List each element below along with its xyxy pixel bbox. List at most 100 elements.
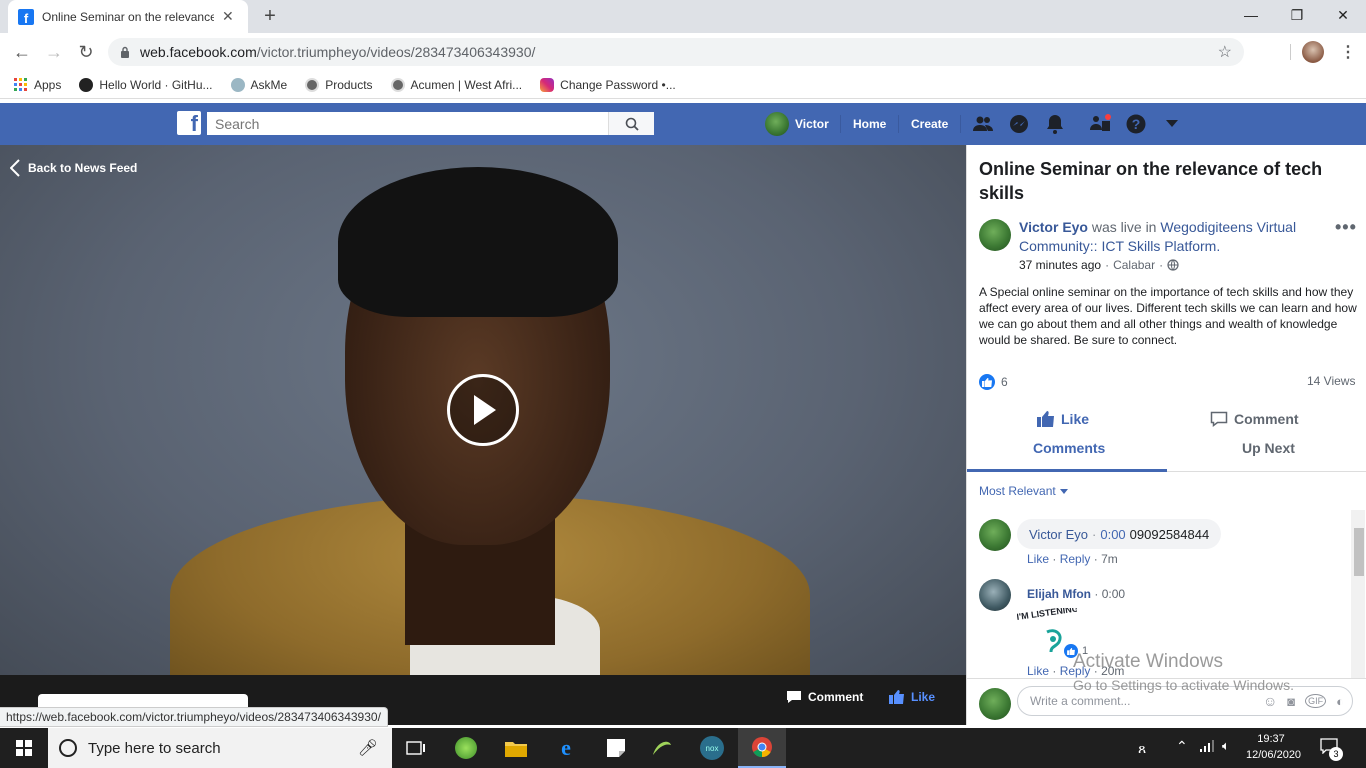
tab-title: Online Seminar on the relevance	[42, 9, 214, 24]
taskbar-search-placeholder: Type here to search	[88, 739, 221, 757]
camera-icon[interactable]: ◙	[1287, 694, 1295, 709]
file-explorer-icon[interactable]	[492, 728, 540, 768]
comment-like-link[interactable]: Like	[1027, 664, 1049, 678]
account-dropdown-icon[interactable]	[1161, 113, 1183, 135]
task-view-icon[interactable]	[392, 728, 440, 768]
scrollbar-thumb[interactable]	[1354, 528, 1364, 576]
chevron-down-icon	[1059, 488, 1068, 494]
bookmark-label: Products	[325, 77, 373, 92]
url-path: /victor.triumpheyo/videos/28347340634393…	[256, 44, 536, 60]
bookmark-acumen[interactable]: Acumen | West Afri...	[390, 77, 523, 92]
edge-browser-icon[interactable]: e	[542, 728, 590, 768]
back-to-news-feed-link[interactable]: Back to News Feed	[10, 159, 137, 177]
bookmark-label: AskMe	[250, 77, 288, 92]
tab-comments[interactable]: Comments	[1033, 440, 1105, 456]
search-button[interactable]	[608, 112, 654, 135]
volume-icon[interactable]: 🔈︎	[1222, 738, 1230, 754]
like-button[interactable]: Like	[1037, 411, 1089, 427]
nav-create[interactable]: Create	[911, 103, 948, 145]
post-location[interactable]: Calabar	[1113, 258, 1155, 272]
video-like-button[interactable]: Like	[889, 690, 935, 704]
browser-tab[interactable]: f Online Seminar on the relevance ✕	[8, 0, 248, 33]
bookmark-askme[interactable]: AskMe	[230, 77, 288, 92]
minimize-button[interactable]: —	[1228, 0, 1274, 30]
active-tab-indicator	[967, 469, 1167, 472]
emoji-icon[interactable]: ☺	[1263, 693, 1277, 709]
facebook-logo-icon[interactable]: f	[177, 111, 201, 135]
meta-dot: ·	[1093, 552, 1102, 566]
tab-close-icon[interactable]: ✕	[222, 8, 234, 25]
tab-up-next[interactable]: Up Next	[1242, 440, 1295, 456]
restore-button[interactable]: ❐	[1274, 0, 1320, 30]
comment-sort-dropdown[interactable]: Most Relevant	[979, 484, 1068, 498]
video-player[interactable]: Back to News Feed Comment Like	[0, 145, 966, 725]
comment-timestamp[interactable]: 0:00	[1100, 527, 1125, 542]
profile-link[interactable]: Victor	[765, 103, 829, 145]
sticker-icon[interactable]: ◐	[1336, 694, 1344, 709]
comment-author[interactable]: Victor Eyo	[1029, 527, 1088, 542]
profile-avatar[interactable]	[1302, 41, 1324, 63]
network-icon[interactable]	[1200, 740, 1214, 755]
comment-like-link[interactable]: Like	[1027, 552, 1049, 566]
nox-player-icon[interactable]: nox	[688, 728, 736, 768]
url-text: web.facebook.com/victor.triumpheyo/video…	[140, 44, 535, 60]
play-button[interactable]	[447, 374, 519, 446]
bookmark-star-icon[interactable]: ☆	[1218, 42, 1232, 62]
close-window-button[interactable]: ✕	[1320, 0, 1366, 30]
comment-age[interactable]: 7m	[1101, 552, 1118, 566]
comment-bubble-icon	[1210, 411, 1228, 427]
bookmark-label: Acumen | West Afri...	[410, 77, 523, 92]
comment-reply-link[interactable]: Reply	[1060, 552, 1091, 566]
action-center-button[interactable]: 3	[1320, 738, 1343, 761]
comment-button[interactable]: Comment	[1210, 411, 1299, 427]
taskbar-clock[interactable]: 19:37 12/06/2020	[1246, 731, 1301, 763]
search-icon	[625, 117, 639, 131]
forward-arrow-icon[interactable]: →	[42, 40, 66, 64]
taskbar-search[interactable]: Type here to search 🎤︎	[48, 728, 392, 768]
messenger-icon[interactable]	[1008, 113, 1030, 135]
meta-dot: ·	[1159, 258, 1164, 272]
view-count: 14 Views	[1307, 374, 1356, 388]
bookmark-instagram[interactable]: Change Password •...	[540, 77, 676, 92]
commenter-avatar[interactable]	[979, 519, 1011, 551]
bookmark-label: Hello World · GitHu...	[99, 77, 213, 92]
people-icon[interactable]: ጸ	[1138, 740, 1146, 757]
post-options-icon[interactable]: •••	[1335, 217, 1357, 238]
facebook-search[interactable]	[207, 112, 654, 135]
etisalat-app-icon[interactable]	[638, 728, 686, 768]
author-avatar[interactable]	[979, 219, 1011, 251]
microphone-icon[interactable]: 🎤︎	[358, 738, 378, 758]
sticky-notes-icon[interactable]	[592, 728, 640, 768]
video-comment-button[interactable]: Comment	[786, 690, 863, 704]
bookmark-products[interactable]: Products	[305, 77, 373, 92]
reactions-summary[interactable]: 6	[979, 374, 1008, 390]
address-bar[interactable]: web.facebook.com/victor.triumpheyo/video…	[108, 38, 1244, 66]
back-arrow-icon[interactable]: ←	[10, 40, 34, 64]
post-description: A Special online seminar on the importan…	[979, 285, 1357, 347]
gif-icon[interactable]: GIF	[1305, 694, 1327, 708]
bookmark-github[interactable]: Hello World · GitHu...	[79, 77, 213, 92]
comment-button-label: Comment	[1234, 411, 1299, 427]
show-hidden-icons-chevron[interactable]: ⌃	[1176, 738, 1188, 755]
comment-author[interactable]: Elijah Mfon	[1027, 587, 1091, 601]
search-input[interactable]	[207, 112, 608, 135]
reload-icon[interactable]: ↻	[74, 40, 98, 64]
post-time[interactable]: 37 minutes ago	[1019, 258, 1101, 272]
back-label: Back to News Feed	[28, 161, 138, 175]
notifications-bell-icon[interactable]	[1044, 113, 1066, 135]
windows-start-button[interactable]	[0, 728, 48, 768]
bookmark-apps[interactable]: Apps	[14, 77, 62, 92]
post-author-link[interactable]: Victor Eyo	[1019, 219, 1088, 235]
menu-dots-icon[interactable]: ⋮	[1340, 42, 1356, 62]
chrome-taskbar-icon[interactable]	[738, 728, 786, 768]
nav-home[interactable]: Home	[853, 103, 886, 145]
friend-requests-icon[interactable]	[972, 113, 994, 135]
quick-help-people-icon[interactable]	[1089, 113, 1111, 135]
bookmark-label: Apps	[34, 77, 62, 92]
like-count: 6	[1001, 375, 1008, 389]
new-tab-button[interactable]: +	[258, 4, 282, 28]
help-question-icon[interactable]: ?	[1125, 113, 1147, 135]
comment-timestamp[interactable]: 0:00	[1102, 587, 1125, 601]
commenter-avatar[interactable]	[979, 579, 1011, 611]
taskbar-app-lime-icon[interactable]	[442, 728, 490, 768]
